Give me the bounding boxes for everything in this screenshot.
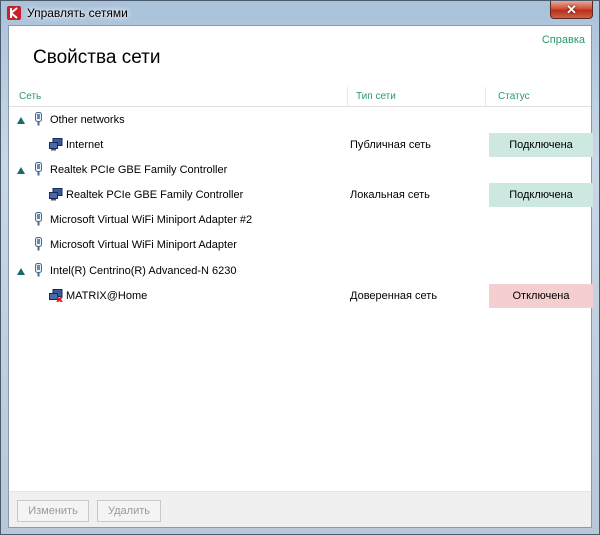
network-adapter-icon (35, 212, 42, 226)
column-header-network[interactable]: Сеть (19, 91, 41, 102)
network-adapter-icon (35, 162, 42, 176)
footer-bar: Изменить Удалить (9, 491, 591, 527)
column-header-type[interactable]: Тип сети (356, 91, 396, 102)
network-adapter-icon (35, 237, 42, 251)
adapter-name: Intel(R) Centrino(R) Advanced-N 6230 (50, 265, 237, 277)
adapter-name: Microsoft Virtual WiFi Miniport Adapter … (50, 214, 253, 226)
network-row[interactable]: Realtek PCIe GBE Family Controller Локал… (9, 183, 593, 208)
table-header: Сеть Тип сети Статус (9, 87, 591, 107)
adapter-name: Other networks (50, 114, 125, 126)
column-header-status[interactable]: Статус (498, 91, 530, 102)
delete-button[interactable]: Удалить (97, 500, 161, 522)
network-row[interactable]: MATRIX@Home Доверенная сеть Отключена (9, 284, 593, 309)
page-title: Свойства сети (33, 47, 161, 68)
window-title: Управлять сетями (27, 6, 128, 20)
adapter-row[interactable]: Intel(R) Centrino(R) Advanced-N 6230 (9, 260, 591, 284)
adapter-row[interactable]: Realtek PCIe GBE Family Controller (9, 159, 591, 183)
adapter-row[interactable]: Microsoft Virtual WiFi Miniport Adapter … (9, 209, 591, 233)
network-adapter-icon (35, 112, 42, 126)
column-divider (347, 87, 348, 106)
close-icon: ✕ (566, 2, 577, 17)
network-icon (49, 188, 63, 201)
network-icon (49, 138, 63, 151)
edit-button[interactable]: Изменить (17, 500, 89, 522)
network-row[interactable]: Internet Публичная сеть Подключена (9, 133, 593, 158)
network-type[interactable]: Локальная сеть (350, 189, 430, 201)
close-button[interactable]: ✕ (550, 1, 593, 19)
network-adapter-icon (35, 263, 42, 277)
network-type[interactable]: Публичная сеть (350, 139, 431, 151)
adapter-name: Realtek PCIe GBE Family Controller (50, 164, 228, 176)
status-badge: Подключена (489, 133, 593, 157)
title-bar[interactable]: Управлять сетями ✕ (1, 1, 599, 25)
dialog-content: Справка Свойства сети Сеть Тип сети Стат… (8, 25, 593, 528)
network-type[interactable]: Доверенная сеть (350, 290, 437, 302)
column-divider (485, 87, 486, 106)
adapter-name: Microsoft Virtual WiFi Miniport Adapter (50, 239, 237, 251)
status-badge: Подключена (489, 183, 593, 207)
network-name: Realtek PCIe GBE Family Controller (66, 189, 244, 201)
status-badge: Отключена (489, 284, 593, 308)
window: Управлять сетями ✕ Справка Свойства сети… (0, 0, 600, 535)
network-name: Internet (66, 139, 104, 151)
network-name: MATRIX@Home (66, 290, 148, 302)
adapter-row[interactable]: Microsoft Virtual WiFi Miniport Adapter (9, 234, 591, 258)
kaspersky-logo-icon (7, 6, 21, 20)
expand-arrow-icon[interactable] (17, 167, 25, 174)
help-link[interactable]: Справка (542, 34, 585, 46)
expand-arrow-icon[interactable] (17, 117, 25, 124)
expand-arrow-icon[interactable] (17, 268, 25, 275)
network-disconnected-icon (49, 289, 63, 303)
adapter-row[interactable]: Other networks (9, 109, 591, 133)
